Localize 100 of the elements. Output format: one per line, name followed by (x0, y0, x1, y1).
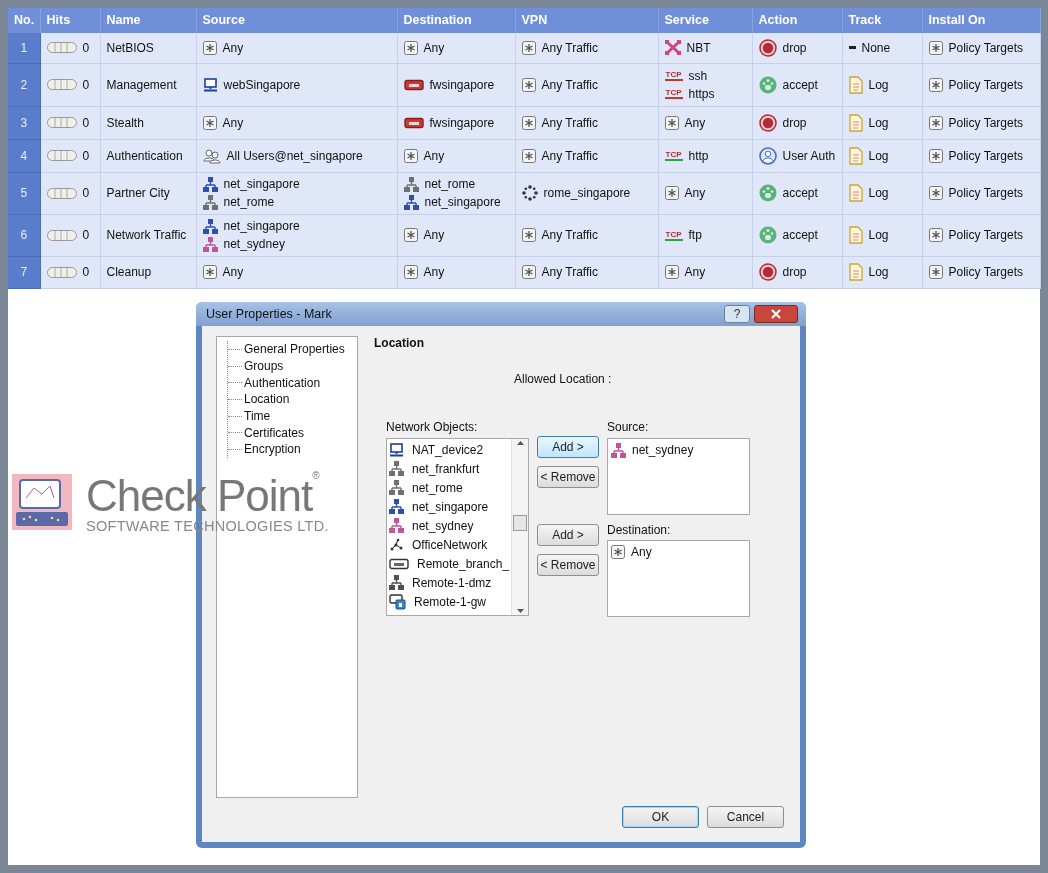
protocol-tag: TCP (664, 150, 683, 161)
hit-count: 0 (82, 227, 90, 244)
asterisk-icon (928, 186, 943, 200)
asterisk-icon (664, 186, 679, 200)
object-name: ssh (688, 67, 708, 85)
protocol-tag: TCP (664, 88, 683, 99)
remove-button[interactable]: < Remove (537, 554, 599, 576)
row-number: 2 (8, 63, 40, 106)
hit-count: 0 (82, 185, 90, 202)
device-icon (389, 557, 409, 570)
object-name: drop (782, 39, 807, 57)
object-name: net_sydney (223, 236, 285, 253)
tree-item[interactable]: Encryption (244, 440, 301, 459)
tree-item[interactable]: General Properties (244, 340, 345, 359)
section-label: Allowed Location : (514, 371, 612, 388)
hits-meter-icon (46, 117, 77, 128)
hits-meter-icon (46, 266, 77, 278)
document-icon (848, 226, 863, 244)
object-name: drop (782, 114, 807, 132)
remove-button[interactable]: < Remove (537, 466, 599, 488)
hits-meter-icon (46, 187, 77, 199)
object-name: Policy Targets (948, 114, 1023, 132)
asterisk-icon (521, 77, 536, 92)
asterisk-icon (521, 148, 536, 163)
scrollbar-thumb[interactable] (513, 515, 527, 531)
object-name: Any Traffic (541, 76, 598, 94)
tree-item[interactable]: Certificates (244, 423, 305, 442)
list-item[interactable]: OfficeNetwork (412, 535, 488, 554)
list-item[interactable]: Remote-1-dmz (412, 573, 492, 592)
document-icon (848, 75, 863, 94)
stop-icon (758, 263, 777, 281)
object-name: Log (868, 185, 889, 202)
asterisk-icon (403, 148, 418, 163)
object-name: Log (868, 227, 889, 244)
list-item[interactable]: net_sydney (412, 516, 474, 535)
scroll-down-icon (516, 609, 524, 613)
list-item[interactable]: net_singapore (412, 497, 489, 516)
list-label: Source: (607, 419, 650, 436)
list-item[interactable]: NAT_device2 (412, 440, 484, 459)
document-icon (848, 263, 863, 281)
rule-name: Authentication (100, 139, 196, 172)
tree-item[interactable]: Authentication (244, 373, 321, 392)
object-name: Policy Targets (948, 264, 1023, 281)
object-name: net_sydney (632, 442, 694, 459)
asterisk-icon (202, 265, 217, 279)
object-name: Log (868, 114, 889, 132)
object-name: Policy Targets (948, 227, 1023, 244)
section-title: Location (374, 335, 425, 352)
hits-meter-icon (46, 150, 77, 161)
list-item[interactable]: net_frankfurt (412, 459, 480, 478)
row-number: 6 (8, 214, 40, 256)
tree-item[interactable]: Time (244, 407, 271, 426)
asterisk-icon (928, 40, 943, 55)
object-name: https (688, 85, 715, 103)
user-icon (758, 146, 777, 165)
scroll-up-icon (516, 441, 524, 445)
rule-name: Partner City (100, 172, 196, 214)
object-name: webSingapore (223, 76, 301, 94)
computer-icon (389, 442, 404, 457)
asterisk-icon (928, 115, 943, 130)
asterisk-icon (521, 115, 536, 130)
object-name: User Auth (782, 147, 836, 165)
object-name: rome_singapore (543, 185, 631, 202)
object-name: Any (684, 264, 706, 281)
object-name: Policy Targets (948, 147, 1023, 165)
object-name: ftp (688, 227, 702, 244)
dots-icon (389, 537, 404, 552)
object-name: Any Traffic (541, 114, 598, 132)
asterisk-icon (664, 265, 679, 279)
list-item[interactable]: Remote-1-gw (414, 592, 487, 611)
cross-icon (664, 40, 681, 56)
object-name: None (861, 39, 891, 57)
list-item[interactable]: Remote_branch_ (417, 554, 510, 573)
add-button[interactable]: Add > (537, 524, 599, 546)
accept-icon (758, 184, 777, 202)
row-number: 1 (8, 33, 40, 63)
protocol-tag: TCP (664, 70, 683, 81)
rule-name: Cleanup (100, 256, 196, 288)
tree-item[interactable]: Groups (244, 357, 284, 376)
list-label: Destination: (607, 522, 672, 539)
object-name: net_singapore (424, 194, 501, 211)
close-button[interactable] (754, 305, 798, 323)
row-number: 3 (8, 106, 40, 139)
object-name: net_rome (223, 194, 275, 211)
cancel-button[interactable]: Cancel (707, 806, 784, 828)
hits-meter-icon (46, 229, 77, 241)
list-item[interactable]: net_rome (412, 478, 463, 497)
rule-name: Network Traffic (100, 214, 196, 256)
document-icon (848, 113, 863, 132)
ok-button[interactable]: OK (622, 806, 699, 828)
add-button[interactable]: Add > (537, 436, 599, 458)
list-label: Network Objects: (386, 419, 479, 436)
dots-ring-icon (521, 185, 538, 201)
device-icon (403, 116, 424, 129)
tree-item[interactable]: Location (244, 390, 290, 409)
help-button[interactable]: ? (724, 305, 750, 323)
object-name: Any (423, 264, 445, 281)
object-name: accept (782, 227, 818, 244)
accept-icon (758, 75, 777, 94)
stop-icon (758, 38, 777, 57)
